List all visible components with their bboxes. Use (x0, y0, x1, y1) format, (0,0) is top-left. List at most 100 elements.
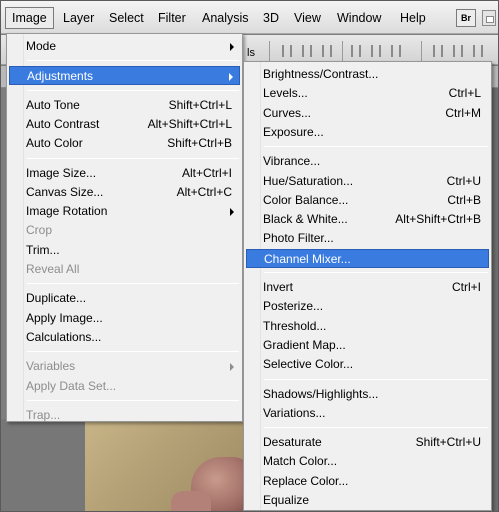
adjustments-item-replace-color[interactable]: Replace Color... (246, 472, 489, 491)
adjustments-item-desaturate[interactable]: Desaturate Shift+Ctrl+U (246, 433, 489, 452)
image-menu-item-image-rotation[interactable]: Image Rotation (9, 202, 240, 221)
menu-divider (27, 60, 239, 62)
adjustments-item-color-balance[interactable]: Color Balance... Ctrl+B (246, 191, 489, 210)
menu-item-label: Auto Contrast (26, 116, 100, 131)
adjustments-item-invert[interactable]: Invert Ctrl+I (246, 278, 489, 297)
image-menu-item-mode[interactable]: Mode (9, 37, 240, 56)
menu-analysis[interactable]: Analysis (196, 7, 255, 29)
auto-align-icon[interactable] (433, 45, 443, 57)
menu-item-shortcut: Alt+Shift+Ctrl+L (147, 116, 232, 131)
image-menu-item-trim[interactable]: Trim... (9, 241, 240, 260)
menu-item-label: Image Size... (26, 165, 97, 180)
menu-item-label: Vibrance... (263, 154, 321, 169)
image-menu-item-duplicate[interactable]: Duplicate... (9, 289, 240, 308)
menu-item-shortcut: Ctrl+M (445, 105, 481, 120)
image-menu-item-reveal-all: Reveal All (9, 260, 240, 279)
photo-subject (171, 491, 211, 511)
menu-item-shortcut: Alt+Shift+Ctrl+B (395, 212, 481, 227)
options-separator (269, 41, 270, 61)
menu-select[interactable]: Select (103, 7, 150, 29)
adjustments-item-channel-mixer[interactable]: Channel Mixer... (246, 248, 489, 268)
image-menu-item-canvas-size[interactable]: Canvas Size... Alt+Ctrl+C (9, 183, 240, 202)
menu-item-label: Match Color... (263, 454, 338, 469)
adjustments-item-shadows-highlights[interactable]: Shadows/Highlights... (246, 385, 489, 404)
adjustments-item-photo-filter[interactable]: Photo Filter... (246, 229, 489, 248)
menu-view[interactable]: View (288, 7, 327, 29)
menu-item-label: Auto Tone (26, 97, 80, 112)
menu-item-shortcut: Alt+Ctrl+C (176, 184, 232, 199)
auto-align-icon[interactable] (473, 45, 483, 57)
adjustments-item-hue-saturation[interactable]: Hue/Saturation... Ctrl+U (246, 172, 489, 191)
menu-item-shortcut: Ctrl+L (448, 86, 481, 101)
submenu-arrow-icon (230, 208, 234, 217)
adjustments-item-posterize[interactable]: Posterize... (246, 297, 489, 316)
menu-item-label: Color Balance... (263, 192, 349, 207)
adjustments-item-vibrance[interactable]: Vibrance... (246, 152, 489, 171)
adjustments-item-threshold[interactable]: Threshold... (246, 317, 489, 336)
options-partial-label: ls (247, 47, 255, 59)
menu-divider (27, 157, 239, 159)
menu-help[interactable]: Help (394, 7, 432, 29)
adjustments-item-black-white[interactable]: Black & White... Alt+Shift+Ctrl+B (246, 210, 489, 229)
canvas-background (1, 419, 85, 511)
menu-divider (264, 272, 488, 273)
menu-window[interactable]: Window (331, 7, 387, 29)
distribute-icon[interactable] (371, 45, 381, 57)
bridge-button[interactable]: Br (456, 9, 476, 27)
menu-item-label: Mode (26, 39, 57, 53)
menu-divider (27, 89, 239, 91)
adjustments-item-match-color[interactable]: Match Color... (246, 452, 489, 471)
menu-item-label: Image Rotation (26, 204, 108, 219)
distribute-icon[interactable] (391, 45, 401, 57)
image-menu-item-auto-color[interactable]: Auto Color Shift+Ctrl+B (9, 134, 240, 153)
adjustments-item-levels[interactable]: Levels... Ctrl+L (246, 84, 489, 103)
align-icon[interactable] (282, 45, 292, 57)
menu-item-label: Shadows/Highlights... (263, 386, 379, 401)
menu-3d[interactable]: 3D (257, 7, 285, 29)
menu-item-label: Equalize (263, 493, 310, 507)
menu-item-label: Levels... (263, 86, 308, 101)
menu-item-label: Adjustments (27, 69, 94, 84)
menu-item-label: Reveal All (26, 262, 80, 276)
adjustments-item-selective-color[interactable]: Selective Color... (246, 355, 489, 374)
menu-filter[interactable]: Filter (152, 7, 192, 29)
menu-item-label: Crop (26, 223, 53, 238)
auto-align-icon[interactable] (453, 45, 463, 57)
menu-item-label: Threshold... (263, 318, 327, 333)
adjustments-item-brightness-contrast[interactable]: Brightness/Contrast... (246, 65, 489, 84)
menu-item-shortcut: Alt+Ctrl+I (181, 165, 232, 180)
menu-item-label: Apply Data Set... (26, 378, 117, 393)
menu-item-label: Variables (26, 359, 76, 374)
image-menu: Mode Adjustments Auto Tone Shift+Ctrl+L Auto… (6, 33, 243, 422)
menu-item-label: Variations... (263, 405, 326, 420)
menu-item-shortcut: Shift+Ctrl+U (415, 435, 481, 450)
menu-divider (27, 283, 239, 285)
menu-item-label: Channel Mixer... (264, 251, 351, 266)
image-menu-item-auto-contrast[interactable]: Auto Contrast Alt+Shift+Ctrl+L (9, 115, 240, 134)
align-icon[interactable] (302, 45, 312, 57)
image-menu-item-adjustments[interactable]: Adjustments (9, 66, 240, 86)
adjustments-item-equalize[interactable]: Equalize (246, 491, 489, 510)
menu-divider (264, 427, 488, 429)
adjustments-item-gradient-map[interactable]: Gradient Map... (246, 336, 489, 355)
menu-item-label: Photo Filter... (263, 231, 334, 246)
menu-item-label: Invert (263, 280, 294, 294)
menu-layer[interactable]: Layer (57, 7, 100, 29)
adjustments-item-exposure[interactable]: Exposure... (246, 123, 489, 142)
distribute-icon[interactable] (351, 45, 361, 57)
image-menu-item-apply-image[interactable]: Apply Image... (9, 309, 240, 328)
image-menu-item-auto-tone[interactable]: Auto Tone Shift+Ctrl+L (9, 96, 240, 115)
menu-item-label: Trim... (26, 242, 60, 257)
adjustments-item-curves[interactable]: Curves... Ctrl+M (246, 104, 489, 123)
align-icon[interactable] (322, 45, 332, 57)
menu-item-label: Gradient Map... (263, 337, 346, 352)
menu-image[interactable]: Image (5, 7, 54, 29)
menu-item-label: Apply Image... (26, 310, 103, 325)
menu-item-label: Calculations... (26, 329, 102, 344)
adjustments-item-variations[interactable]: Variations... (246, 404, 489, 423)
window-icon[interactable] (482, 10, 496, 26)
adjustments-submenu: Brightness/Contrast... Levels... Ctrl+L Cur… (243, 61, 492, 511)
menu-item-shortcut: Shift+Ctrl+L (168, 97, 232, 112)
image-menu-item-image-size[interactable]: Image Size... Alt+Ctrl+I (9, 164, 240, 183)
image-menu-item-calculations[interactable]: Calculations... (9, 328, 240, 347)
